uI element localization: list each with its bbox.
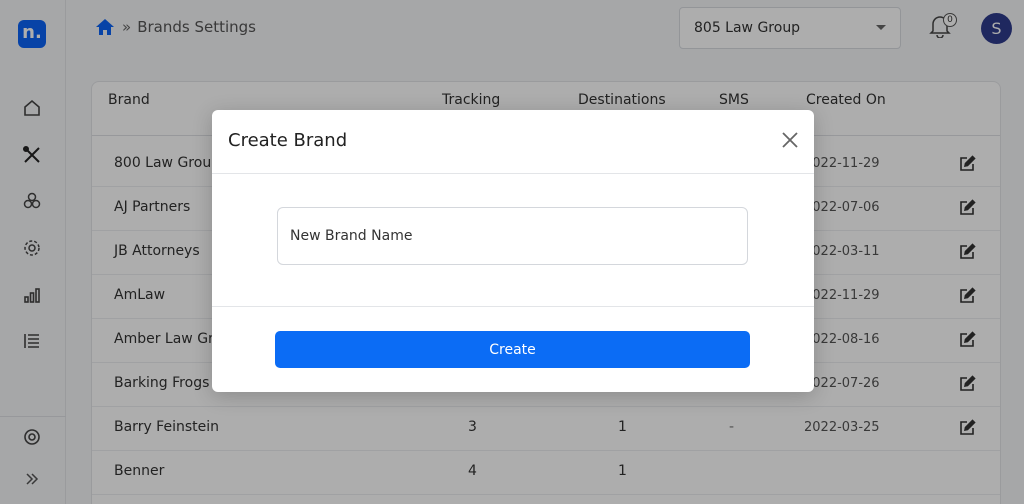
dialog-header-divider bbox=[212, 173, 814, 174]
create-button[interactable]: Create bbox=[275, 331, 750, 368]
create-brand-dialog: Create Brand Create bbox=[212, 110, 814, 392]
close-icon[interactable] bbox=[780, 130, 800, 150]
dialog-footer-divider bbox=[212, 306, 814, 307]
brand-name-input[interactable] bbox=[277, 207, 748, 265]
dialog-title: Create Brand bbox=[228, 130, 348, 151]
